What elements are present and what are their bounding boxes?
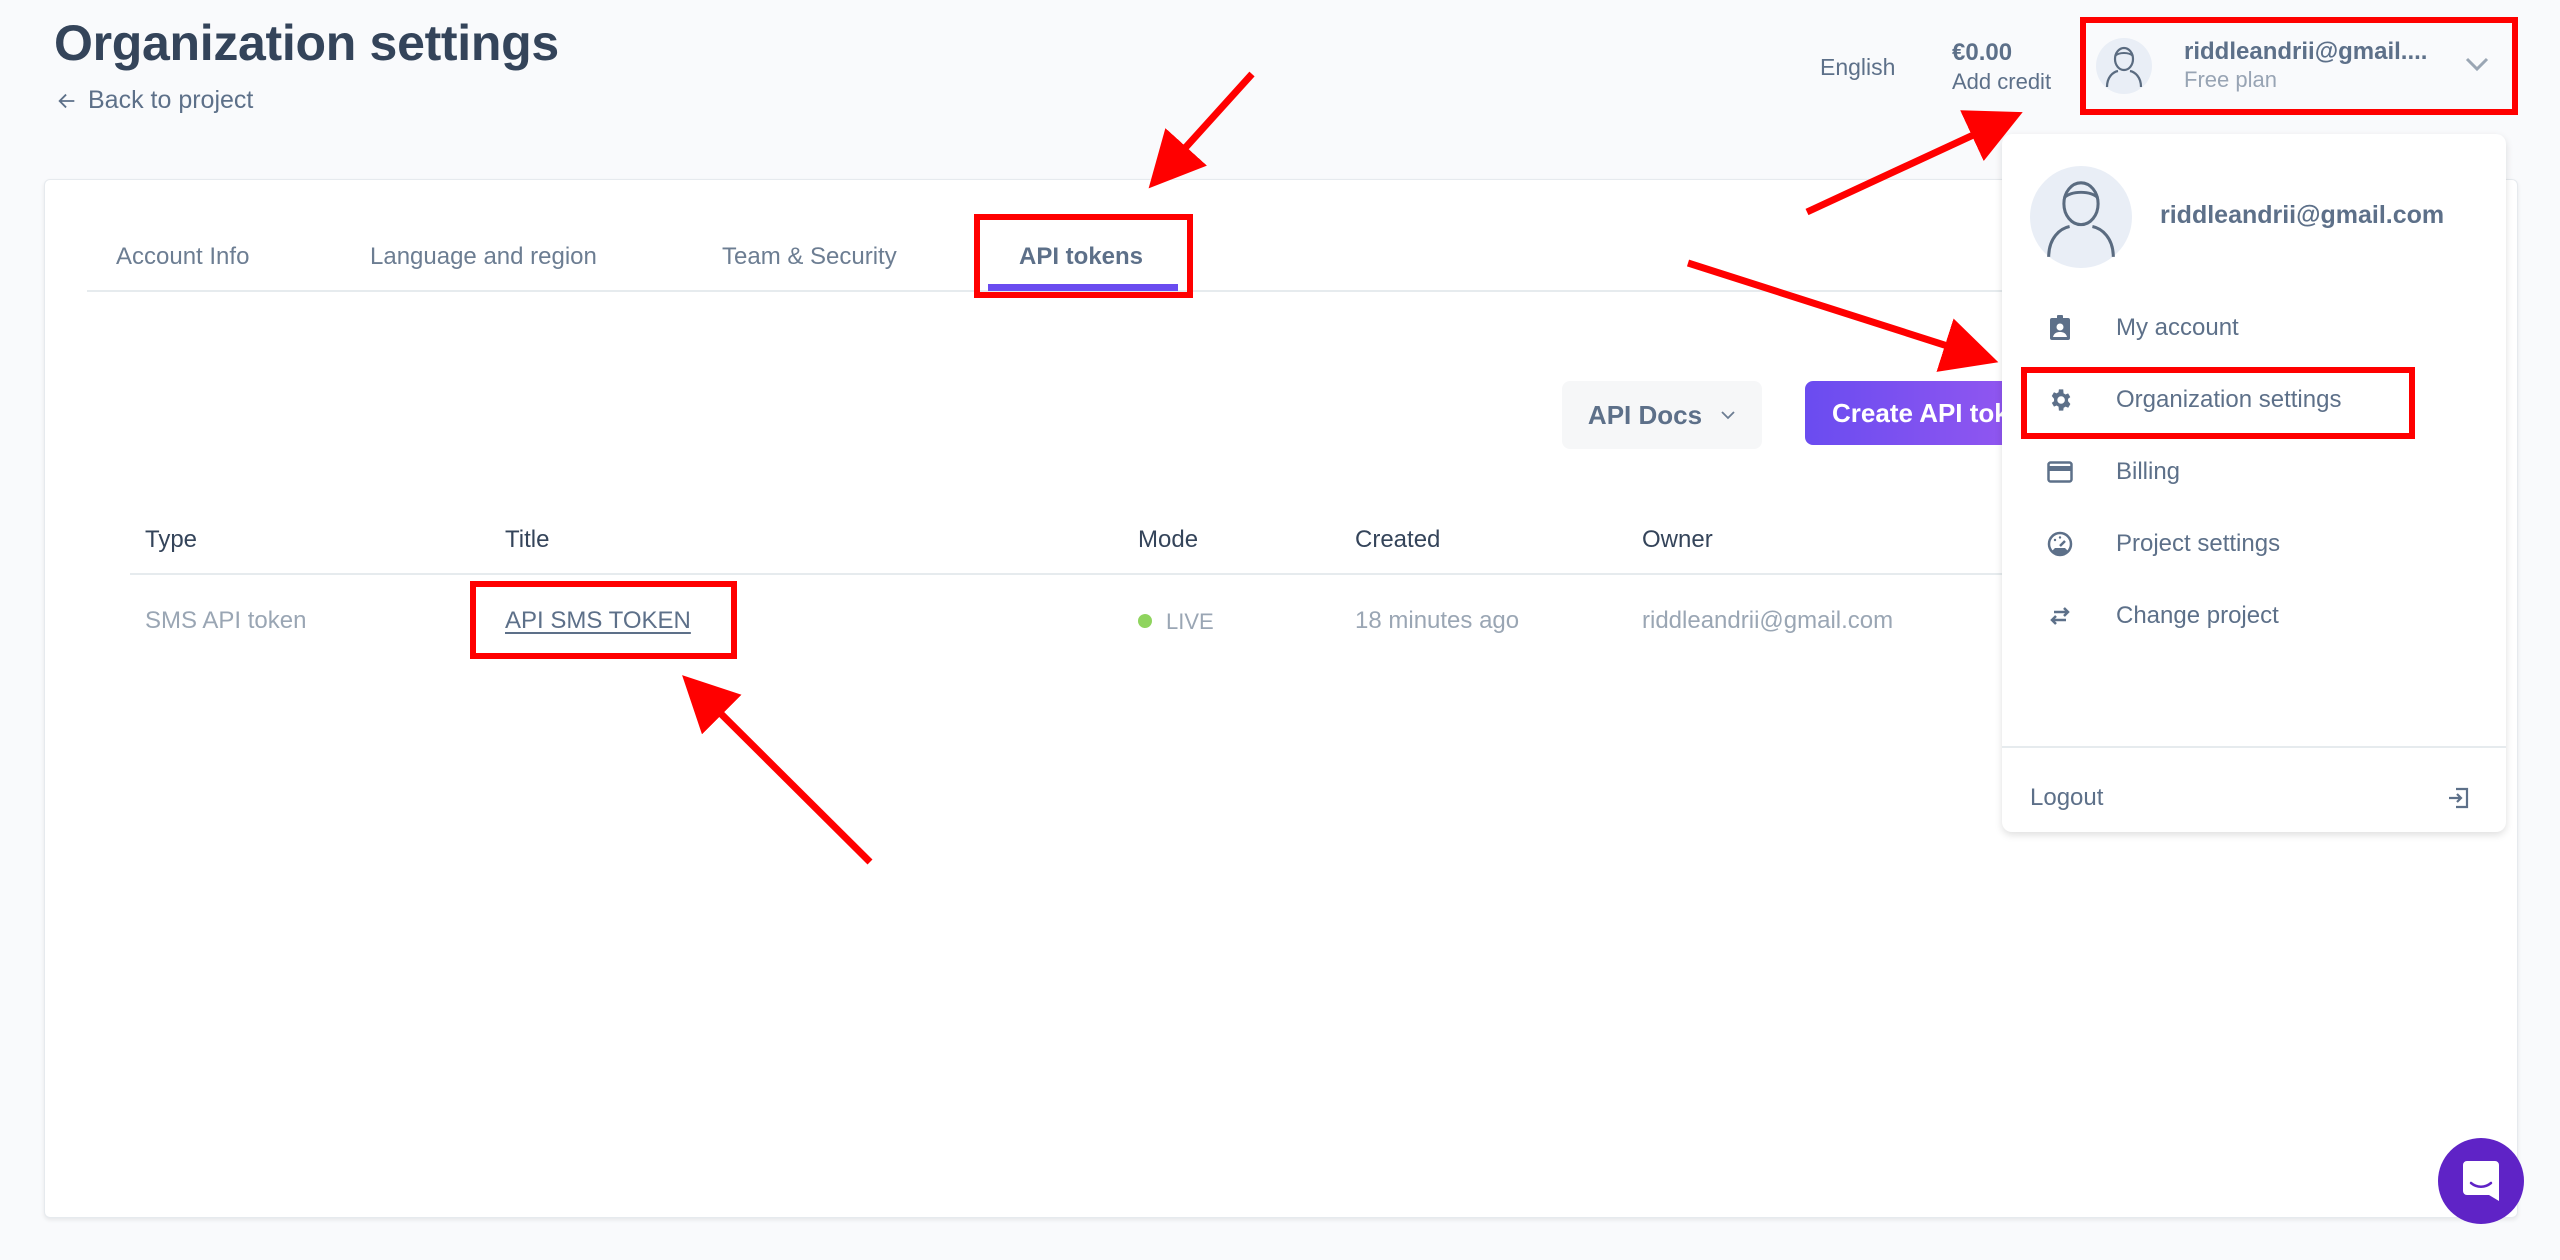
user-email: riddleandrii@gmail.... [2184, 38, 2428, 65]
menu-divider [2002, 746, 2506, 748]
column-header-created: Created [1355, 526, 1441, 553]
api-docs-label: API Docs [1587, 399, 1703, 430]
user-menu-toggle[interactable]: riddleandrii@gmail.... Free plan [2086, 22, 2514, 110]
menu-item-project-settings[interactable]: Project settings [2044, 520, 2484, 568]
menu-item-billing[interactable]: Billing [2044, 448, 2484, 496]
user-avatar-icon [2105, 46, 2143, 88]
tab-account-info[interactable]: Account Info [116, 243, 249, 271]
menu-item-organization-settings[interactable]: Organization settings [2044, 376, 2484, 424]
logout-button[interactable]: Logout [2030, 774, 2470, 822]
menu-item-my-account[interactable]: My account [2044, 304, 2484, 352]
column-header-mode: Mode [1138, 526, 1199, 553]
credit-widget: €0.00 Add credit [1952, 38, 2051, 96]
menu-item-label: My account [2116, 314, 2239, 341]
token-mode-label: LIVE [1166, 609, 1214, 634]
user-avatar-icon [2047, 181, 2115, 257]
live-status-dot [1138, 614, 1152, 629]
user-dropdown-menu: riddleandrii@gmail.com My account Organi… [2002, 134, 2506, 832]
tab-api-tokens[interactable]: API tokens [1019, 243, 1143, 271]
speedometer-icon [2044, 528, 2076, 560]
add-credit-link[interactable]: Add credit [1952, 67, 2051, 96]
account-badge-icon [2044, 312, 2076, 344]
tab-language-region[interactable]: Language and region [370, 243, 597, 271]
avatar [2030, 166, 2132, 268]
gear-icon [2044, 384, 2076, 416]
chat-bubble-icon [2463, 1161, 2499, 1201]
active-tab-indicator [988, 284, 1178, 291]
dropdown-user-email: riddleandrii@gmail.com [2160, 201, 2445, 229]
menu-item-label: Change project [2116, 602, 2279, 629]
back-link-label: Back to project [88, 86, 254, 114]
swap-arrows-icon [2044, 600, 2076, 632]
chevron-down-icon [1721, 411, 1735, 420]
tab-team-security[interactable]: Team & Security [722, 243, 897, 271]
api-docs-button[interactable]: API Docs [1562, 381, 1762, 449]
menu-item-label: Project settings [2116, 530, 2281, 557]
chat-launcher-button[interactable] [2438, 1138, 2524, 1224]
user-plan: Free plan [2184, 67, 2277, 92]
arrow-left-icon [58, 93, 75, 108]
token-mode: LIVE [1138, 609, 1214, 635]
chevron-down-icon [2465, 57, 2489, 72]
column-header-title: Title [505, 526, 550, 553]
avatar [2096, 38, 2152, 94]
back-to-project-link[interactable]: Back to project [56, 86, 253, 115]
token-type: SMS API token [145, 607, 307, 634]
page-title: Organization settings [54, 15, 559, 71]
token-title-link[interactable]: API SMS TOKEN [505, 607, 691, 635]
credit-card-icon [2044, 456, 2076, 488]
table-header-divider [130, 573, 2010, 575]
column-header-type: Type [145, 526, 198, 553]
arrow-to-api-tokens-tab [1148, 71, 1255, 189]
language-selector[interactable]: English [1820, 54, 1895, 81]
token-owner: riddleandrii@gmail.com [1642, 607, 1894, 634]
balance-amount: €0.00 [1952, 39, 2013, 66]
menu-item-label: Billing [2116, 458, 2181, 485]
menu-item-label: Organization settings [2116, 386, 2342, 413]
logout-label: Logout [2030, 784, 2104, 811]
column-header-owner: Owner [1642, 526, 1713, 553]
token-created: 18 minutes ago [1355, 607, 1520, 634]
menu-item-change-project[interactable]: Change project [2044, 592, 2484, 640]
logout-icon [2449, 787, 2469, 809]
